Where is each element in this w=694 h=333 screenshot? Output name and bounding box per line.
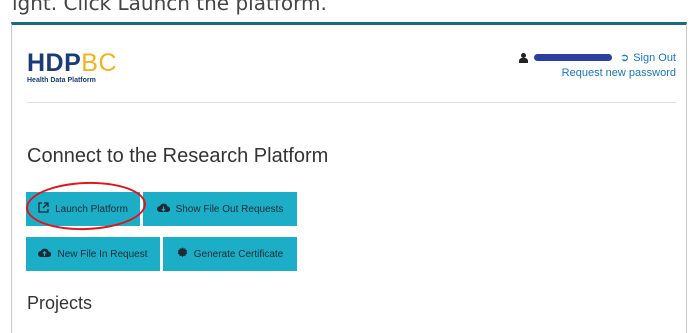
user-line: ➲ Sign Out: [518, 51, 676, 64]
logo-subtitle: Health Data Platform: [27, 77, 96, 84]
new-file-in-request-label: New File In Request: [57, 248, 148, 260]
certificate-icon: [177, 247, 188, 261]
user-icon: [518, 52, 528, 63]
request-password-link[interactable]: Request new password: [562, 67, 676, 79]
logo-wordmark: HDPBC: [27, 51, 117, 76]
redacted-username: [533, 54, 612, 61]
sign-out-icon: ➲: [619, 52, 630, 64]
external-link-icon: [38, 202, 49, 216]
logo-bc: BC: [81, 49, 118, 77]
cloud-download-icon: [156, 203, 170, 216]
new-file-in-request-button[interactable]: New File In Request: [26, 237, 160, 271]
page-title: Connect to the Research Platform: [27, 145, 329, 167]
show-file-out-requests-label: Show File Out Requests: [175, 203, 284, 215]
launch-platform-label: Launch Platform: [55, 203, 128, 215]
app-frame: HDPBC Health Data Platform ➲ Sign Out Re…: [11, 22, 687, 333]
sign-out-link[interactable]: Sign Out: [633, 52, 676, 64]
generate-certificate-button[interactable]: Generate Certificate: [163, 237, 297, 271]
projects-heading: Projects: [27, 293, 93, 313]
cloud-upload-icon: [38, 248, 52, 261]
generate-certificate-label: Generate Certificate: [193, 248, 284, 260]
logo-hdp: HDP: [27, 49, 82, 77]
instruction-caption: ight. Click Launch the platform.: [12, 0, 327, 15]
user-menu: ➲ Sign Out Request new password: [518, 51, 676, 79]
header-divider: [27, 102, 676, 103]
show-file-out-requests-button[interactable]: Show File Out Requests: [143, 192, 297, 226]
launch-platform-button[interactable]: Launch Platform: [26, 192, 140, 226]
hdpbc-logo[interactable]: HDPBC Health Data Platform: [27, 51, 117, 85]
